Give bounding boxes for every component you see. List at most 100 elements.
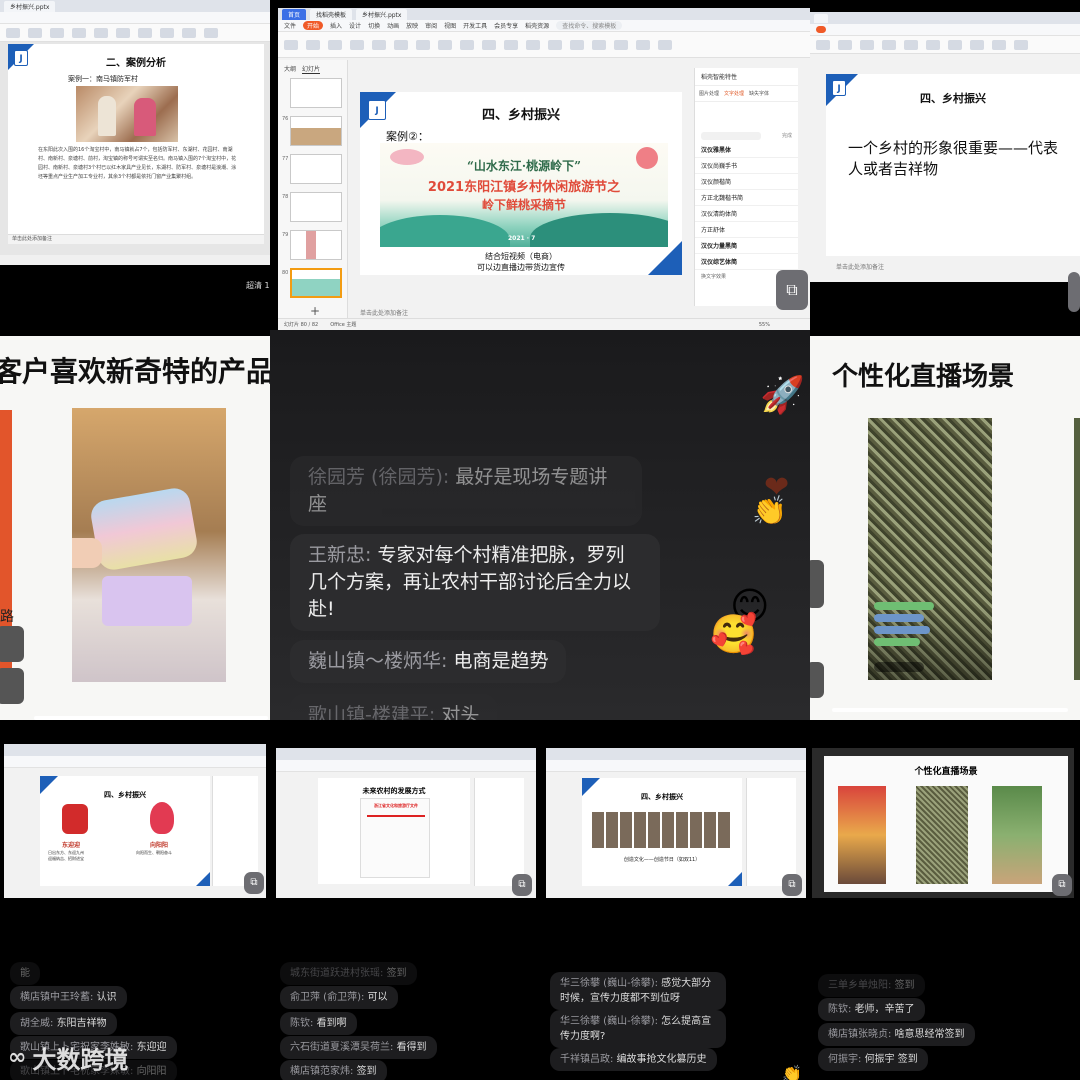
slide-heading: 客户喜欢新奇特的产品: [0, 355, 270, 388]
status-bar: 幻灯片 80 / 82 Office 主题 55%: [278, 318, 810, 330]
done-button[interactable]: 完成: [782, 132, 792, 140]
tab-image[interactable]: 图片处理: [699, 90, 719, 97]
font-item[interactable]: 汉仪清韵体简: [695, 206, 798, 222]
livestream-thumb: [916, 786, 968, 884]
menu-animation[interactable]: 动画: [387, 21, 399, 30]
share-icon[interactable]: ⧉: [782, 874, 802, 896]
slide-thumbnail[interactable]: [290, 116, 342, 146]
chat-message: 华三徐攀 (巍山-徐攀): 感觉大部分时候，宣传力度都不到位呀: [550, 972, 726, 1010]
chat-message: 歌山镇-楼建平: 对头: [290, 694, 498, 720]
menu-design[interactable]: 设计: [349, 21, 361, 30]
slide-case-analysis: J 二、案例分析 案例一：南马镇防军村 在东阳此次入围的16个淘宝村中，南马镇就…: [8, 44, 264, 244]
share-icon[interactable]: ⧉: [244, 872, 264, 894]
slide-thumbnail[interactable]: [290, 154, 342, 184]
tab-templates[interactable]: 找稻壳模板: [310, 8, 353, 20]
quality-label[interactable]: 超清 1: [246, 280, 270, 291]
mini-livestream: 个性化直播场景 ⧉: [812, 748, 1074, 898]
menu-review[interactable]: 审阅: [425, 21, 437, 30]
notes-bar[interactable]: 单击此处添加备注: [360, 308, 408, 317]
menu-view[interactable]: 视图: [444, 21, 456, 30]
scroll-indicator: [832, 708, 1068, 712]
thumb-number: 80: [282, 270, 289, 276]
tile-novel-products: 客户喜欢新奇特的产品 路: [0, 336, 270, 720]
chat-message: 何振宇: 何振宇 签到: [818, 1048, 928, 1071]
mascot-right-slogan: 向阳而生、朝阳奋斗: [136, 850, 172, 855]
side-button[interactable]: [810, 662, 824, 698]
menu-member[interactable]: 会员专享: [494, 21, 518, 30]
chat-message: 六石街道夏溪潭吴荷兰: 看得到: [280, 1036, 437, 1059]
chat-message: 王新忠: 专家对每个村精准把脉，罗列几个方案，再让农村干部讨论后全力以赴!: [290, 534, 660, 631]
notes-bar[interactable]: 单击此处添加备注: [836, 262, 884, 271]
case-paragraph: 在东阳此次入围的16个淘宝村中，南马镇就占7个，包括防军村、东湖村、花园村、南湖…: [38, 147, 237, 180]
slide-mascot: J 四、乡村振兴 一个乡村的形象很重要——代表人或者吉祥物: [826, 74, 1080, 256]
share-icon[interactable]: ⧉: [512, 874, 532, 896]
poster-date: 2021 · 7: [508, 235, 536, 242]
add-slide-icon[interactable]: +: [310, 304, 320, 318]
chat-message: 能: [10, 962, 40, 985]
font-item[interactable]: 汉仪颜楷简: [695, 174, 798, 190]
zoom-level[interactable]: 55%: [759, 322, 770, 328]
product-photo: [72, 408, 226, 682]
slide-thumbnail[interactable]: [290, 230, 342, 260]
doc-title: 浙江省文化和旅游厅文件: [374, 803, 418, 808]
notes-bar[interactable]: 单击此处添加备注: [8, 234, 264, 244]
slide-title: 二、案例分析: [106, 58, 166, 69]
font-item[interactable]: 方正北魏楷书简: [695, 190, 798, 206]
font-item[interactable]: 汉仪雅黑体: [695, 142, 798, 158]
case-photo: [76, 86, 178, 142]
slide-thumbnail[interactable]: [290, 78, 342, 108]
panel-title: 稻壳智能特性: [695, 68, 798, 86]
menu-insert[interactable]: 插入: [330, 21, 342, 30]
menu-devtools[interactable]: 开发工具: [463, 21, 487, 30]
tab-file[interactable]: [814, 13, 828, 23]
tab-home[interactable]: 首页: [282, 8, 307, 20]
rocket-icon: 🚀: [760, 375, 805, 416]
slide-title: 四、乡村振兴: [920, 92, 986, 105]
tab-file[interactable]: 乡村振兴.pptx: [356, 8, 408, 20]
menu-docer[interactable]: 稻壳资源: [525, 21, 549, 30]
font-item[interactable]: 汉仪尚巍手书: [695, 158, 798, 174]
thumb-number: 79: [282, 232, 289, 238]
search-input[interactable]: 查找命令、搜索模板: [556, 21, 623, 30]
font-item[interactable]: 方正舒体: [695, 222, 798, 238]
font-item[interactable]: 汉仪综艺体简: [695, 254, 798, 270]
menu-home[interactable]: 开始: [303, 21, 324, 30]
mascot-right-name: 向阳阳: [150, 842, 169, 849]
smile-heart-icon: 🥰: [710, 612, 758, 656]
portrait-grid: [592, 812, 732, 848]
livestream-thumb: [838, 786, 886, 884]
slide-thumbnail[interactable]: [290, 192, 342, 222]
tab-file[interactable]: 乡村振兴.pptx: [4, 0, 56, 12]
ribbon: [0, 24, 270, 42]
menu-file[interactable]: 文件: [284, 21, 296, 30]
menu-slideshow[interactable]: 放映: [406, 21, 418, 30]
tab-slides[interactable]: 幻灯片: [302, 64, 321, 74]
slide-body-text: 一个乡村的形象很重要——代表人或者吉祥物: [848, 139, 1059, 178]
share-icon[interactable]: [1068, 272, 1080, 312]
tab-text[interactable]: 文字处理: [724, 90, 744, 97]
share-icon[interactable]: ⧉: [1052, 874, 1072, 896]
side-button[interactable]: [0, 668, 24, 704]
side-button[interactable]: [0, 626, 24, 662]
ribbon: [278, 32, 810, 58]
chat-message: 城东街道跃进村张瑶: 签到: [280, 962, 417, 985]
font-item[interactable]: 汉仪力量黑简: [695, 238, 798, 254]
slide-title: 未来农村的发展方式: [362, 787, 426, 795]
tab-outline[interactable]: 大纲: [284, 64, 296, 74]
side-button[interactable]: [810, 560, 824, 608]
mascot-left: [62, 804, 88, 834]
side-char: 路: [0, 609, 14, 625]
mini-ppt-development: 未来农村的发展方式 浙江省文化和旅游厅文件 ⧉: [276, 748, 536, 898]
event-poster: “山水东江·桃源岭下” 2021东阳江镇乡村休闲旅游节之 岭下鲜桃采摘节 202…: [380, 143, 668, 247]
chat-message: 徐园芳 (徐园芳): 最好是现场专题讲座: [290, 456, 642, 526]
share-icon[interactable]: ⧉: [776, 270, 808, 310]
tab-missing-fonts[interactable]: 缺失字体: [749, 90, 769, 97]
chat-column-3: 华三徐攀 (巍山-徐攀): 感觉大部分时候，宣传力度都不到位呀 华三徐攀 (巍山…: [548, 960, 810, 1080]
slide-title: 个性化直播场景: [914, 767, 978, 777]
watermark: ∞ 大数跨境: [8, 1040, 128, 1075]
chat-message: 横店镇中王玲蓄: 认识: [10, 986, 127, 1009]
chat-message: 横店镇张晓贞: 啥意思经常签到: [818, 1023, 975, 1046]
menu-transition[interactable]: 切换: [368, 21, 380, 30]
slide-thumbnail-selected[interactable]: [290, 268, 342, 298]
scroll-indicator: [34, 716, 268, 720]
